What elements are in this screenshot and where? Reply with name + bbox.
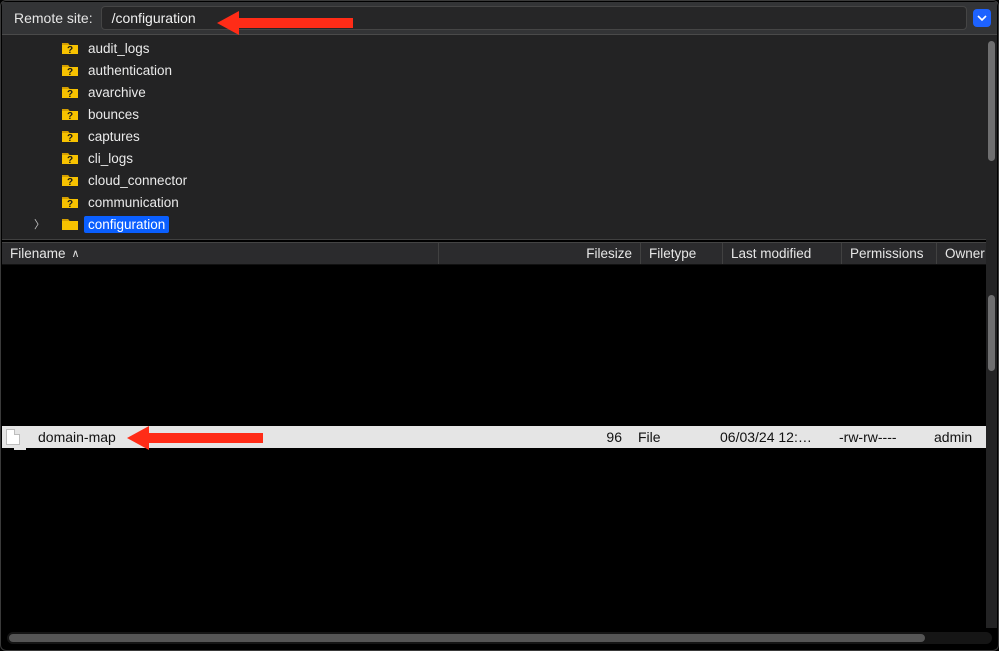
tree-item-label: avarchive bbox=[84, 84, 150, 101]
folder-icon: ? bbox=[62, 173, 78, 187]
tree-item-label: bounces bbox=[84, 106, 143, 123]
file-size: 96 bbox=[537, 429, 630, 445]
folder-icon bbox=[62, 217, 78, 231]
tree-item[interactable]: 〉?bounces bbox=[2, 103, 997, 125]
chevron-down-icon bbox=[977, 13, 987, 23]
horizontal-scroll-thumb[interactable] bbox=[9, 634, 925, 642]
tree-item[interactable]: 〉?captures bbox=[2, 125, 997, 147]
remote-panel: Remote site: /configuration 〉? audit_logs… bbox=[0, 0, 999, 651]
vertical-scroll-thumb[interactable] bbox=[988, 41, 995, 161]
file-type: File bbox=[630, 429, 712, 445]
folder-icon: ? bbox=[62, 85, 78, 99]
file-row[interactable]: domain-map 96File06/03/24 12:…-rw-rw----a… bbox=[2, 426, 986, 448]
svg-text:?: ? bbox=[67, 89, 73, 99]
remote-site-bar: Remote site: /configuration bbox=[2, 2, 997, 35]
vertical-scroll-thumb[interactable] bbox=[988, 295, 995, 371]
tree-item[interactable]: 〉?cli_logs bbox=[2, 147, 997, 169]
tree-item[interactable]: 〉 configuration bbox=[2, 213, 997, 235]
tree-item-label: communication bbox=[84, 194, 183, 211]
folder-icon: ? bbox=[62, 41, 78, 55]
svg-text:?: ? bbox=[67, 155, 73, 165]
file-name: domain-map bbox=[30, 429, 440, 445]
folder-icon: ? bbox=[62, 107, 78, 121]
file-list-header[interactable]: Filename ∧ Filesize Filetype Last modifi… bbox=[2, 242, 997, 265]
tree-item[interactable]: 〉?avarchive bbox=[2, 81, 997, 103]
column-filename[interactable]: Filename ∧ bbox=[2, 243, 439, 264]
column-filesize[interactable]: Filesize bbox=[548, 243, 641, 264]
folder-icon: ? bbox=[62, 129, 78, 143]
vertical-scrollbar[interactable] bbox=[986, 35, 997, 628]
file-icon bbox=[6, 429, 20, 445]
svg-text:?: ? bbox=[67, 111, 73, 121]
tree-item-label: audit_logs bbox=[84, 40, 154, 57]
remote-site-label: Remote site: bbox=[14, 10, 93, 26]
folder-icon: ? bbox=[62, 151, 78, 165]
tree-item[interactable]: 〉?audit_logs bbox=[2, 37, 997, 59]
column-permissions[interactable]: Permissions bbox=[842, 243, 937, 264]
tree-item-label: cloud_connector bbox=[84, 172, 191, 189]
tree-item-label: cli_logs bbox=[84, 150, 137, 167]
folder-icon: ? bbox=[62, 195, 78, 209]
tree-item-label: captures bbox=[84, 128, 144, 145]
svg-text:?: ? bbox=[67, 45, 73, 55]
remote-path-dropdown-button[interactable] bbox=[973, 9, 991, 27]
column-filename-label: Filename bbox=[10, 246, 66, 261]
horizontal-scrollbar[interactable] bbox=[7, 632, 992, 644]
svg-text:?: ? bbox=[67, 177, 73, 187]
svg-text:?: ? bbox=[67, 199, 73, 209]
column-filetype[interactable]: Filetype bbox=[641, 243, 723, 264]
folder-icon: ? bbox=[62, 63, 78, 77]
list-row-frag bbox=[2, 448, 986, 453]
svg-text:?: ? bbox=[67, 133, 73, 143]
expand-icon[interactable]: 〉 bbox=[34, 216, 46, 232]
remote-path-input[interactable]: /configuration bbox=[101, 6, 967, 30]
sort-asc-icon: ∧ bbox=[72, 247, 80, 260]
remote-path-text: /configuration bbox=[112, 10, 196, 26]
column-last-modified[interactable]: Last modified bbox=[723, 243, 842, 264]
tree-item[interactable]: 〉?authentication bbox=[2, 59, 997, 81]
tree-item-label: configuration bbox=[84, 216, 169, 233]
file-permissions: -rw-rw---- bbox=[831, 429, 926, 445]
tree-item[interactable]: 〉?communication bbox=[2, 191, 997, 213]
file-owner: admin bbox=[926, 429, 986, 445]
tree-item[interactable]: 〉?cloud_connector bbox=[2, 169, 997, 191]
svg-text:?: ? bbox=[67, 67, 73, 77]
file-modified: 06/03/24 12:… bbox=[712, 429, 831, 445]
tree-item-label: authentication bbox=[84, 62, 176, 79]
directory-tree[interactable]: 〉?audit_logs〉?authentication〉?avarchive〉… bbox=[2, 35, 997, 240]
file-list[interactable]: domain-map 96File06/03/24 12:…-rw-rw----a… bbox=[2, 265, 986, 628]
